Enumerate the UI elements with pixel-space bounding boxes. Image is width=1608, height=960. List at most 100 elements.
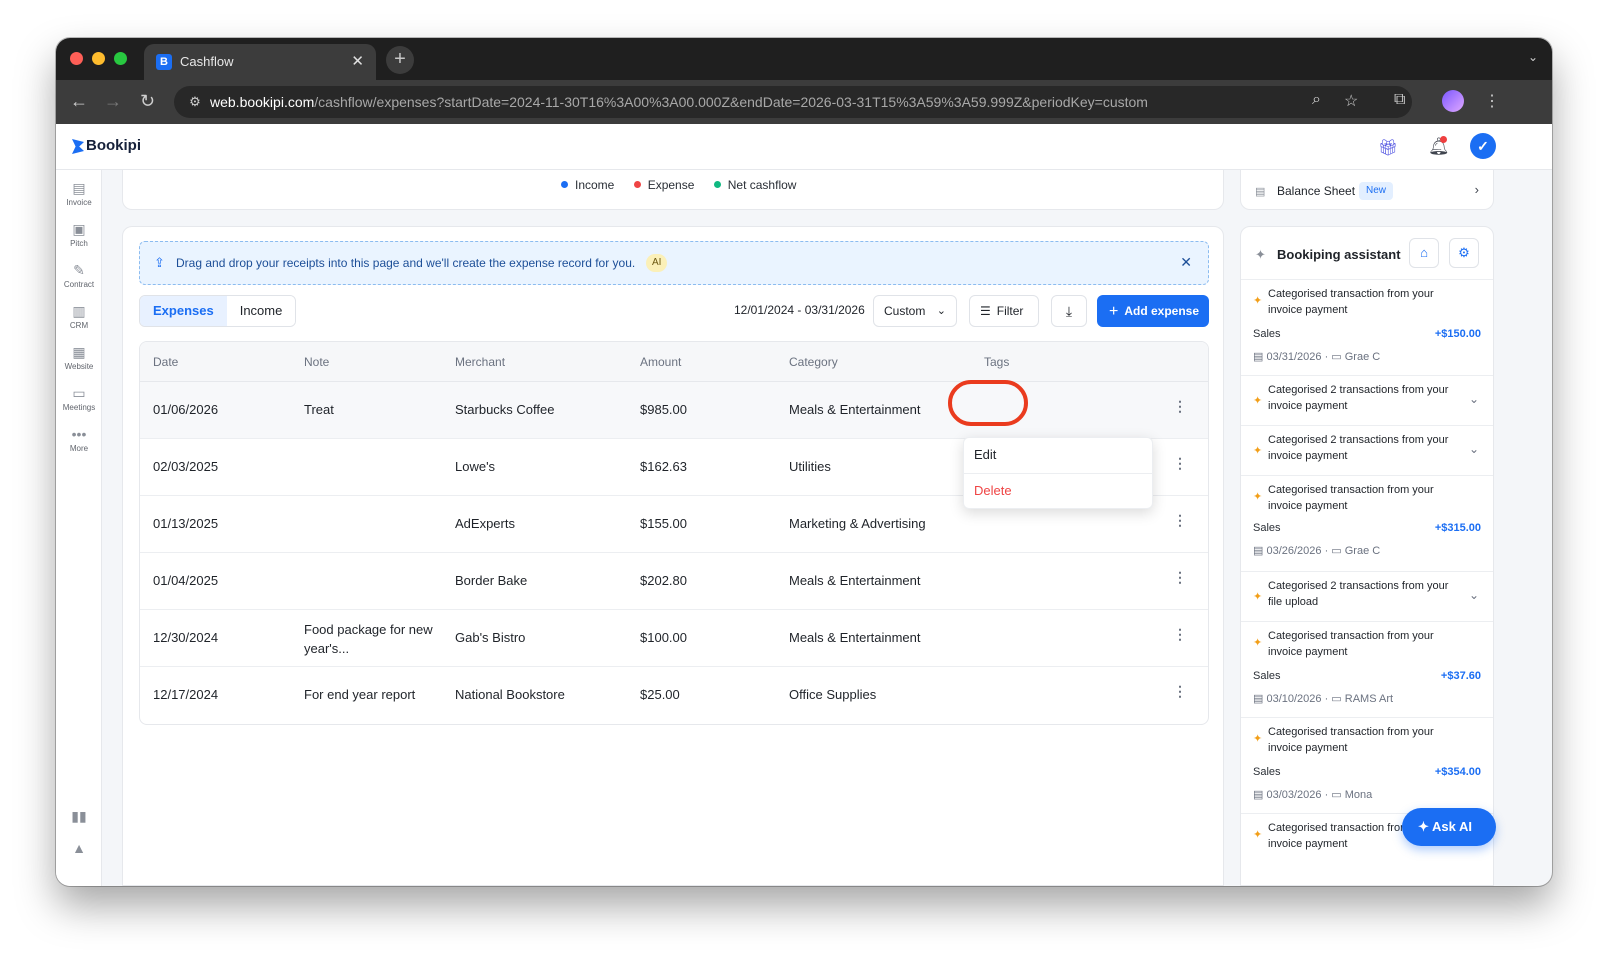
browser-menu-icon[interactable]: ⋮ (1484, 91, 1500, 111)
sidebar-item-account[interactable]: ▲ (56, 840, 102, 856)
pitch-icon: ▣ (72, 221, 86, 237)
assistant-item-client: Mona (1344, 789, 1373, 801)
expense-dot (633, 181, 641, 189)
row-note: Treat (304, 402, 334, 417)
table-header: Date Note Merchant Amount Category Tags (140, 342, 1208, 382)
bookipi-logo-icon[interactable] (72, 139, 84, 154)
balance-sheet-link[interactable]: ▤ Balance Sheet New › (1240, 170, 1494, 210)
settings-button[interactable]: ⚙ (1449, 238, 1479, 268)
sidebar-item-reports[interactable]: ▮▮ (56, 808, 102, 824)
app-logo-text[interactable]: Bookipi (86, 137, 141, 154)
column-header-tags[interactable]: Tags (984, 355, 1009, 369)
extensions-icon[interactable]: ⧉ (1394, 91, 1405, 109)
date-range-text[interactable]: 12/01/2024 - 03/31/2026 (734, 303, 865, 317)
cashflow-chart-card: Income Expense Net cashflow (122, 170, 1224, 210)
download-button[interactable]: ⤓ (1051, 295, 1087, 327)
profile-avatar-icon[interactable] (1442, 90, 1464, 112)
new-tab-button[interactable]: + (386, 46, 414, 74)
add-expense-button[interactable]: + Add expense (1097, 295, 1209, 327)
sparkle-icon: ✦ (1253, 445, 1263, 457)
back-icon[interactable]: ← (70, 91, 88, 112)
row-merchant: Lowe's (455, 459, 496, 474)
delete-menu-item[interactable]: Delete (974, 483, 1012, 498)
sidebar-item-more[interactable]: ••• More (56, 426, 102, 453)
sidebar-item-label: Meetings (62, 403, 96, 412)
table-row[interactable]: 01/06/2026 Treat Starbucks Coffee $985.0… (140, 382, 1208, 439)
assistant-item-client: Grae C (1344, 545, 1381, 557)
period-select[interactable]: Custom ⌄ (873, 295, 957, 327)
forward-icon[interactable]: → (104, 91, 122, 112)
ask-ai-button[interactable]: ✦ Ask AI (1402, 808, 1496, 846)
column-header-note[interactable]: Note (304, 355, 329, 369)
edit-menu-item[interactable]: Edit (974, 447, 996, 462)
browser-tab[interactable]: B Cashflow ✕ (144, 44, 376, 80)
close-icon[interactable]: ✕ (1180, 254, 1192, 271)
left-sidebar: ▤ Invoice ▣ Pitch ✎ Contract ▥ CRM ▦ Web… (56, 170, 102, 886)
tab-income[interactable]: Income (226, 296, 296, 326)
row-amount: $985.00 (640, 402, 687, 417)
assistant-item[interactable]: ✦ Categorised transaction from your invo… (1241, 621, 1493, 717)
ai-badge: AI (646, 254, 668, 272)
site-settings-icon[interactable]: ⚙ (184, 92, 206, 112)
url-host: web.bookipi.com (210, 94, 315, 110)
sidebar-item-contract[interactable]: ✎ Contract (56, 262, 102, 289)
row-date: 12/17/2024 (153, 687, 219, 702)
legend-net-cashflow[interactable]: Net cashflow (713, 178, 796, 192)
bank-button[interactable]: ⌂ (1409, 238, 1439, 268)
table-row[interactable]: 12/30/2024 Food package for new year's..… (140, 610, 1208, 667)
column-header-category[interactable]: Category (789, 355, 838, 369)
user-avatar[interactable]: ✓ (1470, 133, 1496, 159)
row-more-icon[interactable]: ⋮ (1173, 569, 1187, 586)
legend-expense[interactable]: Expense (633, 178, 694, 192)
sidebar-item-label: Contract (63, 280, 95, 289)
column-header-date[interactable]: Date (153, 355, 178, 369)
zoom-icon[interactable]: ⌕ (1312, 91, 1321, 109)
tab-search-icon[interactable]: ⌄ (1528, 50, 1538, 64)
tab-close-icon[interactable]: ✕ (351, 52, 364, 70)
row-category: Meals & Entertainment (789, 573, 921, 588)
sidebar-item-label: Pitch (70, 239, 88, 248)
table-row[interactable]: 01/04/2025 Border Bake $202.80 Meals & E… (140, 553, 1208, 610)
legend-income[interactable]: Income (561, 178, 614, 192)
row-more-icon[interactable]: ⋮ (1173, 683, 1187, 700)
gift-icon[interactable]: 🎁︎ (1378, 138, 1398, 158)
row-more-icon[interactable]: ⋮ (1173, 455, 1187, 472)
browser-window: B Cashflow ✕ + ⌄ ← → ↻ ⚙ web.bookipi.com… (56, 38, 1552, 886)
row-category: Meals & Entertainment (789, 402, 921, 417)
url-text: web.bookipi.com/cashflow/expenses?startD… (210, 94, 1148, 110)
minimize-window-button[interactable] (92, 52, 105, 65)
address-bar[interactable]: ⚙ web.bookipi.com/cashflow/expenses?star… (174, 86, 1412, 118)
bar-chart-icon: ▮▮ (71, 808, 87, 824)
assistant-item[interactable]: ✦ Categorised 2 transactions from your i… (1241, 375, 1493, 425)
assistant-item[interactable]: ✦ Categorised 2 transactions from your i… (1241, 425, 1493, 475)
filter-button[interactable]: ☰ Filter (969, 295, 1039, 327)
sparkle-icon: ✦ (1253, 395, 1263, 407)
table-row[interactable]: 12/17/2024 For end year report National … (140, 667, 1208, 724)
sidebar-item-pitch[interactable]: ▣ Pitch (56, 221, 102, 248)
sidebar-item-meetings[interactable]: ▭ Meetings (56, 385, 102, 412)
assistant-item[interactable]: ✦ Categorised transaction from your invo… (1241, 279, 1493, 375)
sidebar-item-invoice[interactable]: ▤ Invoice (56, 180, 102, 207)
receipt-dropzone[interactable]: ⇪ Drag and drop your receipts into this … (139, 241, 1209, 285)
sidebar-item-crm[interactable]: ▥ CRM (56, 303, 102, 330)
row-more-icon[interactable]: ⋮ (1173, 626, 1187, 643)
maximize-window-button[interactable] (114, 52, 127, 65)
row-category: Marketing & Advertising (789, 516, 926, 531)
row-date: 01/06/2026 (153, 402, 219, 417)
bookmark-star-icon[interactable]: ☆ (1344, 91, 1358, 111)
assistant-item[interactable]: ✦ Categorised transaction from your invo… (1241, 475, 1493, 571)
tab-expenses[interactable]: Expenses (140, 296, 227, 326)
row-action-menu: Edit Delete (963, 437, 1153, 509)
assistant-item[interactable]: ✦ Categorised 2 transactions from your f… (1241, 571, 1493, 621)
column-header-merchant[interactable]: Merchant (455, 355, 505, 369)
column-header-amount[interactable]: Amount (640, 355, 681, 369)
chevron-down-icon[interactable]: ⌄ (1469, 442, 1479, 456)
close-window-button[interactable] (70, 52, 83, 65)
chevron-down-icon[interactable]: ⌄ (1469, 392, 1479, 406)
row-more-icon[interactable]: ⋮ (1173, 512, 1187, 529)
sidebar-item-website[interactable]: ▦ Website (56, 344, 102, 371)
reload-icon[interactable]: ↻ (140, 91, 155, 112)
assistant-item[interactable]: ✦ Categorised transaction from your invo… (1241, 717, 1493, 813)
row-more-icon[interactable]: ⋮ (1173, 398, 1187, 415)
chevron-down-icon[interactable]: ⌄ (1469, 588, 1479, 602)
